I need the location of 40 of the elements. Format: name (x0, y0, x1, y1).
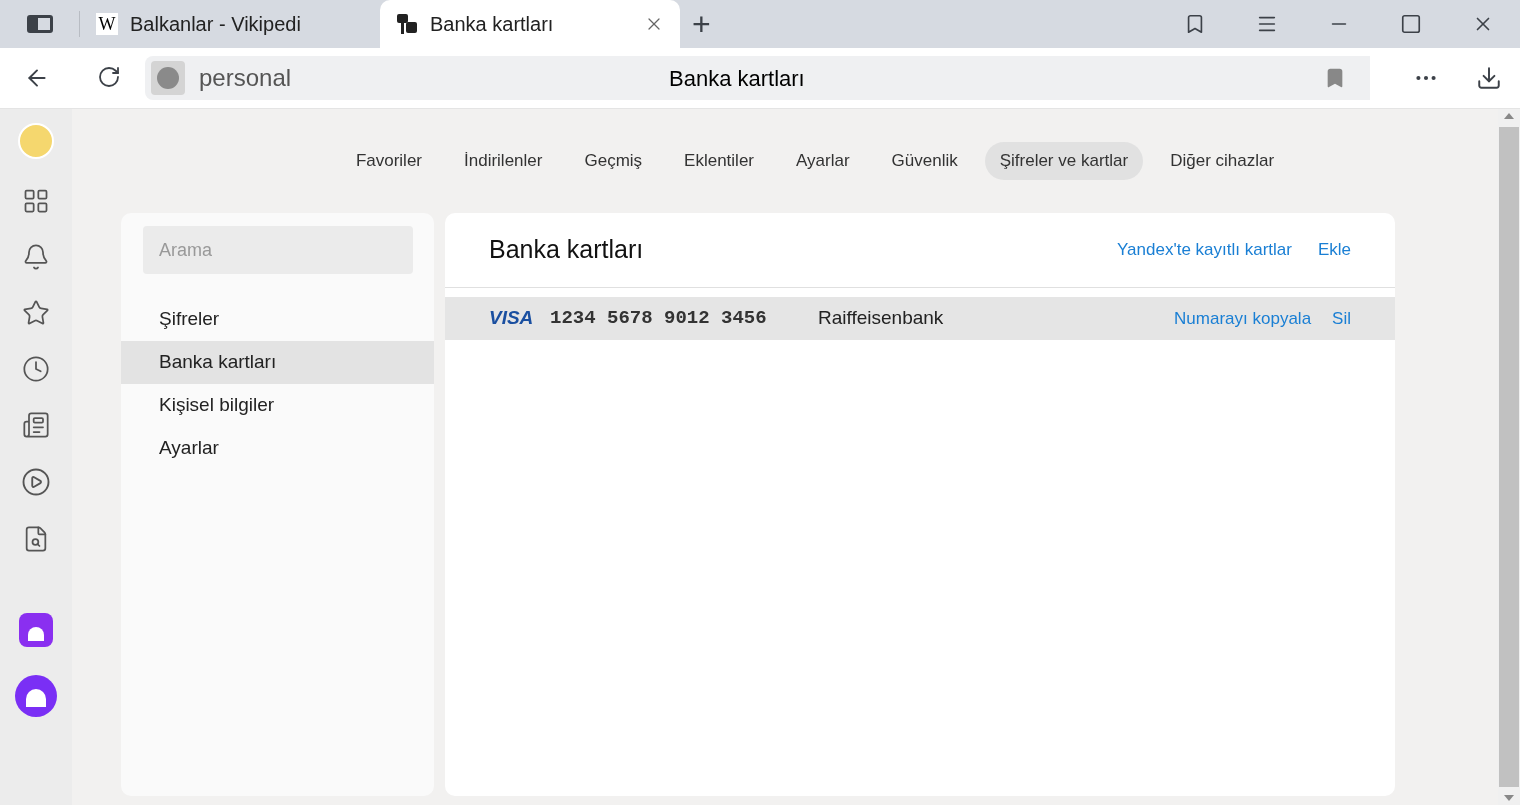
side-menu-item[interactable]: Banka kartları (121, 341, 434, 384)
browser-tab[interactable]: Banka kartları (380, 0, 680, 48)
tab-title: Balkanlar - Vikipedi (130, 12, 302, 37)
settings-tab[interactable]: Güvenlik (876, 142, 973, 180)
play-icon[interactable] (21, 467, 51, 497)
tab-title: Banka kartları (430, 12, 555, 37)
grid-icon[interactable] (22, 187, 50, 215)
panel-title: Banka kartları (489, 234, 645, 266)
settings-tab[interactable]: Şifreler ve kartlar (984, 142, 1144, 180)
settings-tab[interactable]: Favoriler (340, 142, 437, 180)
page-title: Banka kartları (669, 64, 806, 93)
side-menu-item[interactable]: Kişisel bilgiler (121, 384, 434, 427)
bank-name: Raiffeisenbank (818, 306, 945, 331)
host-text: personal (199, 63, 293, 93)
panel-link[interactable]: Ekle (1317, 237, 1351, 263)
sidebar-toggle-icon[interactable] (26, 15, 53, 33)
reload-icon[interactable] (97, 65, 122, 89)
search-field[interactable]: Arama (143, 226, 413, 274)
star-icon[interactable] (22, 299, 50, 327)
settings-tab[interactable]: Diğer cihazlar (1155, 142, 1290, 180)
assistant-icon[interactable] (15, 675, 57, 717)
new-tab-button[interactable]: + (692, 8, 711, 40)
app-icon[interactable] (19, 613, 53, 647)
settings-tab[interactable]: Ayarlar (781, 142, 865, 180)
news-icon[interactable] (22, 411, 50, 439)
visa-logo: VISA (489, 306, 535, 331)
settings-tab[interactable]: İndirilenler (449, 142, 558, 180)
card-number: 1234 5678 9012 3456 (550, 306, 768, 332)
download-icon[interactable] (1475, 65, 1502, 91)
clock-icon[interactable] (22, 355, 50, 383)
browser-tab[interactable]: W Balkanlar - Vikipedi (80, 0, 380, 48)
maximize-icon[interactable] (1400, 13, 1422, 35)
side-menu-item[interactable]: Ayarlar (121, 427, 434, 470)
address-bar[interactable]: personal Banka kartları (145, 56, 1370, 100)
wikipedia-favicon-icon: W (96, 13, 118, 35)
settings-tab[interactable]: Eklentiler (669, 142, 769, 180)
panel-link[interactable]: Yandex'te kayıtlı kartlar (1117, 237, 1292, 263)
settings-tab[interactable]: Geçmiş (569, 142, 658, 180)
bell-icon[interactable] (22, 243, 50, 271)
side-menu-item[interactable]: Şifreler (121, 298, 434, 341)
